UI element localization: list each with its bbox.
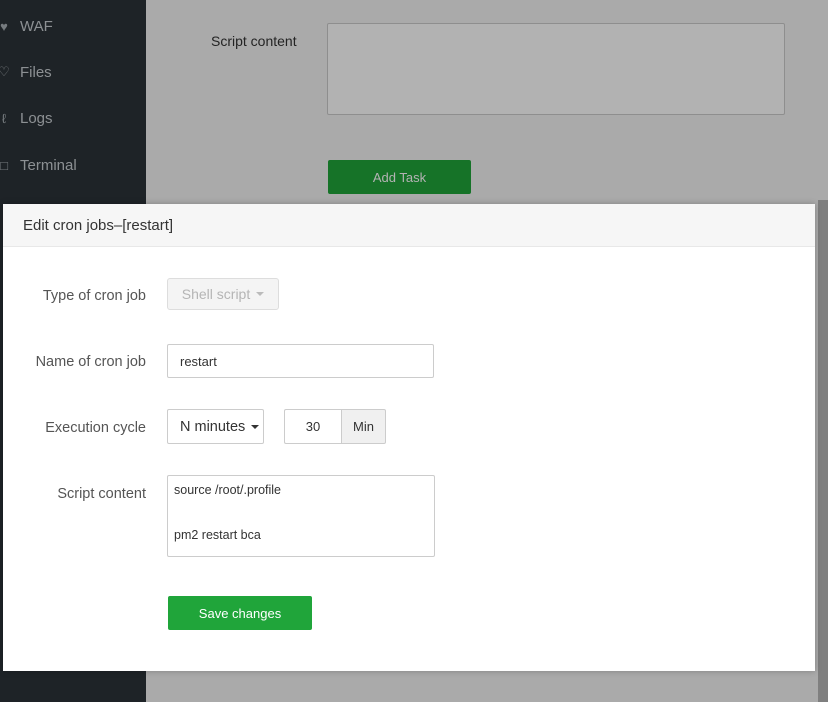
overlay-edge xyxy=(818,200,828,702)
name-input[interactable] xyxy=(167,344,434,378)
minutes-unit: Min xyxy=(341,409,386,444)
type-label: Type of cron job xyxy=(42,288,146,304)
cycle-select[interactable]: N minutes xyxy=(167,409,264,444)
edit-cron-modal: Edit cron jobs–[restart] Type of cron jo… xyxy=(3,204,815,671)
script-textarea[interactable]: source /root/.profile pm2 restart bca xyxy=(167,475,435,557)
cycle-label: Execution cycle xyxy=(45,420,146,436)
modal-header: Edit cron jobs–[restart] xyxy=(3,204,815,247)
chevron-down-icon xyxy=(256,292,265,296)
chevron-down-icon xyxy=(251,424,260,429)
cycle-select-value: N minutes xyxy=(180,418,246,435)
type-select-value: Shell script xyxy=(181,286,251,302)
type-select: Shell script xyxy=(167,278,279,310)
script-label: Script content xyxy=(57,486,146,502)
save-changes-button[interactable]: Save changes xyxy=(168,596,312,630)
script-line: source /root/.profile xyxy=(174,483,281,497)
script-line: pm2 restart bca xyxy=(174,528,261,542)
minutes-input[interactable] xyxy=(284,409,341,444)
modal-title: Edit cron jobs–[restart] xyxy=(23,216,174,234)
script-line xyxy=(174,498,428,528)
name-label: Name of cron job xyxy=(35,354,146,370)
